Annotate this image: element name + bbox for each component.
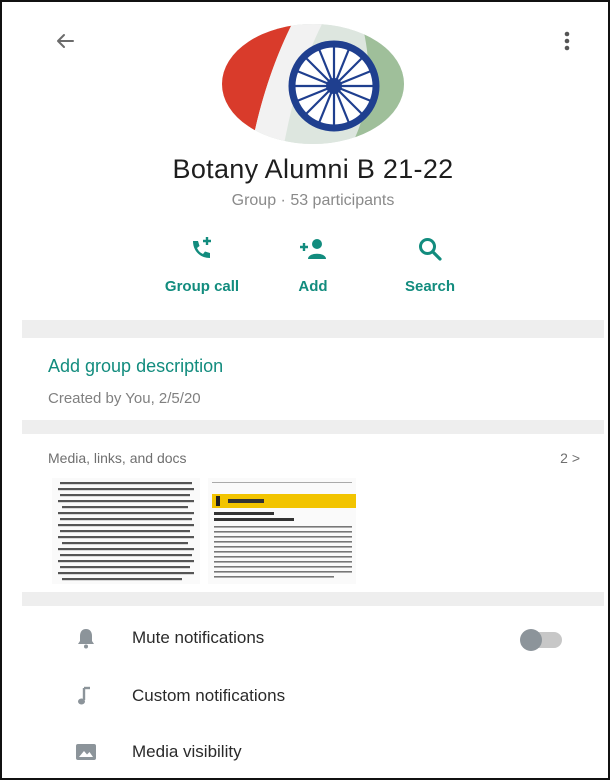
music-note-icon <box>78 686 90 705</box>
settings-list: Mute notifications Custom notifications <box>22 606 604 778</box>
image-icon <box>76 744 96 760</box>
mute-notifications-row[interactable]: Mute notifications <box>22 610 604 666</box>
back-button[interactable] <box>48 24 82 58</box>
media-thumbnail[interactable] <box>52 478 200 584</box>
media-title: Media, links, and docs <box>48 450 187 466</box>
custom-notifications-row[interactable]: Custom notifications <box>22 668 604 724</box>
section-divider <box>22 420 604 434</box>
more-vertical-icon <box>564 31 570 51</box>
toggle-knob <box>520 629 542 651</box>
more-options-button[interactable] <box>552 24 582 58</box>
group-call-button[interactable]: Group call <box>142 232 262 306</box>
group-name[interactable]: Botany Alumni B 21-22 <box>22 154 604 185</box>
newspaper-clipping-thumbnail <box>212 482 356 578</box>
group-info-screen: Botany Alumni B 21-22 Group · 53 partici… <box>22 6 604 778</box>
group-participants: Group · 53 participants <box>231 192 395 209</box>
media-visibility-label: Media visibility <box>132 742 242 761</box>
group-call-label: Group call <box>164 278 240 295</box>
add-description-link[interactable]: Add group description <box>48 356 223 377</box>
add-person-icon <box>300 239 326 259</box>
search-icon <box>419 238 442 261</box>
description-section: Add group description Created by You, 2/… <box>22 338 604 420</box>
section-divider <box>22 320 604 338</box>
bell-icon <box>78 629 94 649</box>
search-button[interactable]: Search <box>370 232 490 306</box>
custom-notifications-label: Custom notifications <box>132 686 286 705</box>
search-label: Search <box>404 278 456 295</box>
ashoka-chakra-icon <box>222 24 404 144</box>
add-label: Add <box>298 278 328 295</box>
arrow-left-icon <box>57 34 74 48</box>
document-page-thumbnail <box>58 482 194 581</box>
screenshot-frame: Botany Alumni B 21-22 Group · 53 partici… <box>0 0 610 780</box>
quick-actions: Group call Add Search <box>22 232 604 312</box>
section-divider <box>22 592 604 606</box>
media-count[interactable]: 2 > <box>560 450 580 466</box>
group-avatar[interactable] <box>222 24 404 144</box>
created-by-text: Created by You, 2/5/20 <box>48 390 201 407</box>
media-thumbnail[interactable] <box>208 478 356 584</box>
media-section[interactable]: Media, links, and docs 2 > <box>22 434 604 592</box>
mute-toggle[interactable] <box>520 629 562 651</box>
media-visibility-row[interactable]: Media visibility <box>22 724 604 778</box>
mute-notifications-label: Mute notifications <box>132 628 265 647</box>
add-call-icon <box>193 237 211 258</box>
add-participant-button[interactable]: Add <box>253 232 373 306</box>
